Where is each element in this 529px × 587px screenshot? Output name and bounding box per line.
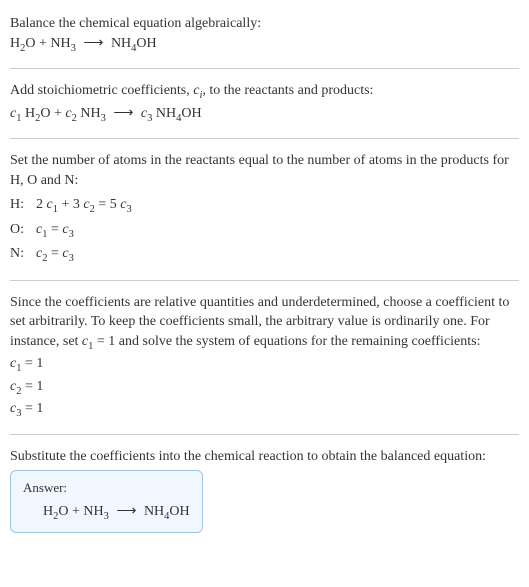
- divider: [10, 138, 519, 139]
- atom-equation: c1 = c3: [36, 219, 140, 243]
- section-solve: Since the coefficients are relative quan…: [10, 287, 519, 428]
- divider: [10, 280, 519, 281]
- coefficient-result: c2 = 1: [10, 377, 519, 399]
- coefficient-result: c1 = 1: [10, 354, 519, 376]
- answer-label: Answer:: [23, 479, 190, 497]
- atoms-text: Set the number of atoms in the reactants…: [10, 151, 519, 190]
- atom-equation: 2 c1 + 3 c2 = 5 c3: [36, 194, 140, 218]
- atom-equation-row: H:2 c1 + 3 c2 = 5 c3: [10, 194, 140, 218]
- atom-label: O:: [10, 219, 36, 243]
- solve-results: c1 = 1c2 = 1c3 = 1: [10, 354, 519, 421]
- solve-text: Since the coefficients are relative quan…: [10, 293, 519, 355]
- coefficients-text: Add stoichiometric coefficients, ci, to …: [10, 81, 519, 103]
- problem-equation: H2O + NH3 ⟶ NH4OH: [10, 34, 519, 56]
- section-substitute: Substitute the coefficients into the che…: [10, 441, 519, 539]
- atoms-equations-table: H:2 c1 + 3 c2 = 5 c3O:c1 = c3N:c2 = c3: [10, 194, 140, 267]
- atoms-equations-body: H:2 c1 + 3 c2 = 5 c3O:c1 = c3N:c2 = c3: [10, 194, 140, 267]
- section-coefficients: Add stoichiometric coefficients, ci, to …: [10, 75, 519, 132]
- section-problem: Balance the chemical equation algebraica…: [10, 8, 519, 62]
- atom-equation-row: N:c2 = c3: [10, 243, 140, 267]
- answer-box: Answer: H2O + NH3 ⟶ NH4OH: [10, 470, 203, 533]
- substitute-text: Substitute the coefficients into the che…: [10, 447, 519, 467]
- divider: [10, 434, 519, 435]
- atom-equation: c2 = c3: [36, 243, 140, 267]
- atom-label: H:: [10, 194, 36, 218]
- answer-equation: H2O + NH3 ⟶ NH4OH: [23, 502, 190, 524]
- atom-label: N:: [10, 243, 36, 267]
- coefficient-result: c3 = 1: [10, 399, 519, 421]
- section-atoms: Set the number of atoms in the reactants…: [10, 145, 519, 274]
- divider: [10, 68, 519, 69]
- coefficients-equation: c1 H2O + c2 NH3 ⟶ c3 NH4OH: [10, 104, 519, 126]
- atom-equation-row: O:c1 = c3: [10, 219, 140, 243]
- problem-title: Balance the chemical equation algebraica…: [10, 14, 519, 34]
